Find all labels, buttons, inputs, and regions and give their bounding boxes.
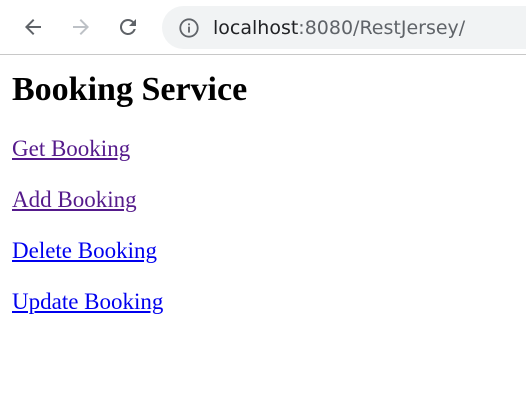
reload-icon — [119, 18, 136, 35]
add-booking-link[interactable]: Add Booking — [12, 186, 247, 213]
update-booking-link[interactable]: Update Booking — [12, 288, 247, 315]
back-button[interactable] — [16, 10, 50, 44]
forward-arrow-icon — [73, 19, 89, 35]
url-path: :8080/RestJersey/ — [298, 17, 466, 39]
address-bar[interactable]: localhost:8080/RestJersey/ — [162, 6, 526, 49]
reload-button[interactable] — [111, 10, 145, 44]
browser-toolbar: localhost:8080/RestJersey/ — [0, 0, 526, 55]
page-title: Booking Service — [12, 71, 248, 108]
back-arrow-icon — [25, 19, 41, 35]
booking-links: Get Booking Add Booking Delete Booking U… — [12, 135, 247, 315]
delete-booking-link[interactable]: Delete Booking — [12, 237, 247, 264]
forward-button[interactable] — [64, 10, 98, 44]
info-icon[interactable] — [178, 17, 200, 39]
url-host: localhost — [213, 17, 299, 39]
url-text[interactable]: localhost:8080/RestJersey/ — [213, 16, 465, 40]
get-booking-link[interactable]: Get Booking — [12, 135, 247, 162]
page-content: Booking Service Get Booking Add Booking … — [12, 68, 247, 315]
